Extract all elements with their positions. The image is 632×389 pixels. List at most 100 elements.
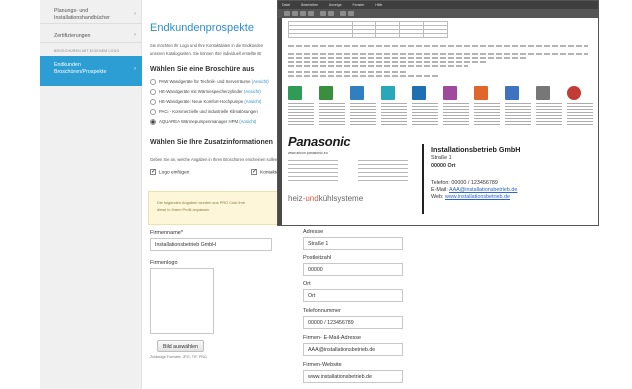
card-city: 00000 Ort xyxy=(431,163,456,169)
section-heading-extra: Wählen Sie Ihre Zusatzinformationen xyxy=(150,139,273,146)
feature-tiles xyxy=(288,86,593,126)
sidebar-item-zertifizierungen[interactable]: Zertifizierungen › xyxy=(40,29,142,43)
feature-text xyxy=(443,103,469,125)
brochure-option[interactable]: HE-Wandgeräte: Neue Komfort-Hochpumpe (A… xyxy=(150,99,261,105)
card-web: Web: www.installationsbetrieb.de xyxy=(431,194,510,200)
menu-item[interactable]: Bearbeiten xyxy=(301,3,318,7)
section-heading-brochure: Wählen Sie eine Broschüre aus xyxy=(150,66,255,73)
radio-button[interactable] xyxy=(150,79,156,85)
address-label: Adresse xyxy=(303,229,324,235)
file-formats-hint: Zulässige Formate: JPG, TIF, PNG xyxy=(150,355,207,359)
address-block xyxy=(358,160,408,184)
sidebar-item-planungshandbuecher[interactable]: Planungs- und Installationshandbücher › xyxy=(40,6,142,24)
city-field[interactable]: Ort xyxy=(303,289,403,302)
menu-item[interactable]: Anzeige xyxy=(329,3,342,7)
brochure-option-label: HE-Wandgeräte mit Wärmespeicherzylinder xyxy=(159,89,244,95)
view-link[interactable]: (Ansicht) xyxy=(239,119,256,124)
fine-print-line xyxy=(288,65,468,67)
preview-toolbar xyxy=(278,9,598,18)
brochure-option-selected[interactable]: AQUAREA Wärmepumpenmanager HPM (Ansicht) xyxy=(150,119,256,125)
save-icon[interactable] xyxy=(292,11,298,16)
radio-button[interactable] xyxy=(150,89,156,95)
brochure-option[interactable]: PAW Wandgeräte für Technik- und Serverrä… xyxy=(150,79,269,85)
feature-text xyxy=(288,103,314,125)
menu-item[interactable]: Hilfe xyxy=(375,3,382,7)
address-field[interactable]: Straße 1 xyxy=(303,237,403,250)
zoom-out-icon[interactable] xyxy=(340,11,346,16)
next-page-icon[interactable] xyxy=(328,11,334,16)
logo-dropzone[interactable] xyxy=(150,268,214,334)
zip-field[interactable]: 00000 xyxy=(303,263,403,276)
email-field[interactable]: AAA@installationsbetrieb.de xyxy=(303,343,403,356)
chevron-right-icon: › xyxy=(134,10,136,17)
feature-tile-icon xyxy=(288,86,302,100)
card-web-link[interactable]: www.installationsbetrieb.de xyxy=(445,194,510,200)
radio-button[interactable] xyxy=(150,119,156,125)
address-block xyxy=(288,160,338,184)
tagline-part: -und xyxy=(302,194,319,203)
radio-button[interactable] xyxy=(150,99,156,105)
card-web-prefix: Web: xyxy=(431,194,445,200)
card-email-link[interactable]: AAA@installationsbetrieb.de xyxy=(449,187,517,193)
sidebar: Planungs- und Installationshandbücher › … xyxy=(40,0,142,389)
select-image-button[interactable]: Bild auswählen xyxy=(157,340,204,352)
logo-checkbox-row[interactable]: ✓ Logo einfügen xyxy=(150,169,189,175)
fine-print-line xyxy=(288,71,408,73)
feature-text xyxy=(567,103,593,125)
panasonic-logo: Panasonic xyxy=(288,134,351,149)
zip-label: Postleitzahl xyxy=(303,255,332,261)
intro-text: Sie möchten Ihr Logo und Ihre Kontaktdat… xyxy=(150,42,278,57)
company-name-label: Firmenname* xyxy=(150,230,184,236)
checkbox[interactable]: ✓ xyxy=(150,169,156,175)
view-link[interactable]: (Ansicht) xyxy=(244,99,261,104)
checkbox[interactable]: ✓ xyxy=(251,169,257,175)
feature-tile-icon xyxy=(474,86,488,100)
brochure-option-label: AQUAREA Wärmepumpenmanager HPM xyxy=(159,119,240,125)
view-link[interactable]: (Ansicht) xyxy=(244,89,261,94)
phone-field[interactable]: 00000 / 123456789 xyxy=(303,316,403,329)
feature-tile-icon xyxy=(350,86,364,100)
radio-button[interactable] xyxy=(150,109,156,115)
brochure-preview-window: Datei Bearbeiten Anzeige Fenster Hilfe P… xyxy=(277,0,599,226)
open-icon[interactable] xyxy=(284,11,290,16)
feature-text xyxy=(505,103,531,125)
feature-text xyxy=(474,103,500,125)
spec-table xyxy=(288,21,448,38)
prev-page-icon[interactable] xyxy=(320,11,326,16)
tagline-part: kühlsysteme xyxy=(318,194,364,203)
zoom-in-icon[interactable] xyxy=(348,11,354,16)
menu-item[interactable]: Datei xyxy=(282,3,290,7)
fine-print-line xyxy=(288,75,438,77)
feature-text xyxy=(381,103,407,125)
intro-line: unseren Katalogseiten. Sie können Ihre i… xyxy=(150,50,262,56)
feature-text xyxy=(536,103,562,125)
mail-icon[interactable] xyxy=(308,11,314,16)
feature-tile-icon xyxy=(381,86,395,100)
brochure-option-label: PACi - Kommerzielle und industrielle Kli… xyxy=(159,109,258,115)
brochure-option[interactable]: HE-Wandgeräte mit Wärmespeicherzylinder … xyxy=(150,89,261,95)
sidebar-item-label: Installationshandbücher xyxy=(54,15,110,21)
contact-card: Installationsbetrieb GmbH Straße 1 00000… xyxy=(422,144,594,214)
preview-menu-bar: Datei Bearbeiten Anzeige Fenster Hilfe xyxy=(278,1,598,9)
menu-item[interactable]: Fenster xyxy=(353,3,365,7)
view-link[interactable]: (Ansicht) xyxy=(252,79,269,84)
extra-info-text: Geben Sie an, welche Angaben in Ihren Br… xyxy=(150,157,279,162)
email-label: Firmen- E-Mail-Adresse xyxy=(303,335,362,341)
fine-print-line xyxy=(288,45,588,47)
sidebar-item-label: Broschüren/Prospekte xyxy=(54,69,107,75)
fine-print-line xyxy=(288,57,528,59)
print-icon[interactable] xyxy=(300,11,306,16)
card-email-prefix: E-Mail: xyxy=(431,187,449,193)
feature-tile-icon xyxy=(536,86,550,100)
feature-text xyxy=(319,103,345,125)
checkbox-label: Logo einfügen xyxy=(159,170,190,176)
tagline: heiz-undkühlsysteme xyxy=(288,194,363,203)
notice-line: diese in Ihrem Profil anpassen xyxy=(157,207,210,212)
brochure-option[interactable]: PACi - Kommerzielle und industrielle Kli… xyxy=(150,109,258,115)
website-field[interactable]: www.installationsbetrieb.de xyxy=(303,370,403,383)
sidebar-item-endkunden-broschueren[interactable]: Endkunden Broschüren/Prospekte › xyxy=(40,56,142,86)
brand-url: www.aircon.panasonic.eu xyxy=(288,151,328,155)
company-name-field[interactable]: Installationsbetrieb GmbH xyxy=(150,238,272,251)
card-email: E-Mail: AAA@installationsbetrieb.de xyxy=(431,187,517,193)
brochure-option-label: HE-Wandgeräte: Neue Komfort-Hochpumpe xyxy=(159,99,245,105)
